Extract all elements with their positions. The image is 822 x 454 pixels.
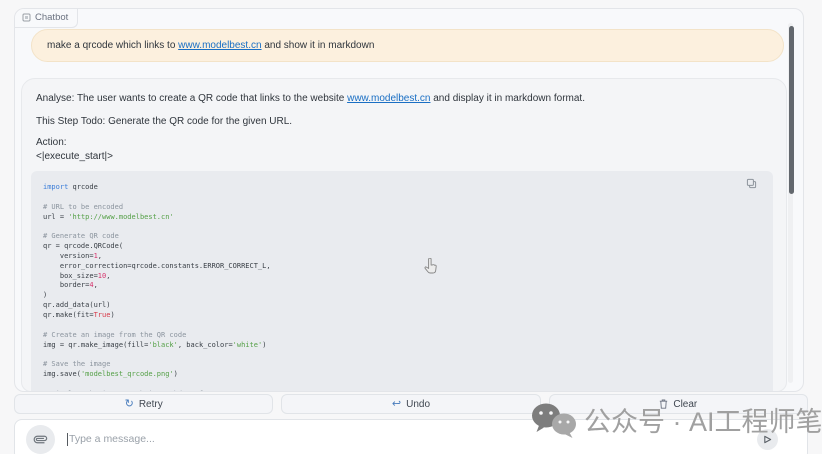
- user-message-after-link: and show it in markdown: [262, 40, 375, 51]
- undo-button[interactable]: ↩ Undo: [281, 394, 540, 414]
- message-input[interactable]: [69, 428, 689, 450]
- trash-icon: [659, 399, 668, 409]
- chatbot-label: Chatbot: [15, 9, 78, 28]
- bot-analyse-paragraph: Analyse: The user wants to create a QR c…: [36, 92, 772, 105]
- user-message-bubble: make a qrcode which links to www.modelbe…: [31, 29, 784, 62]
- send-icon: [763, 435, 772, 444]
- clear-label: Clear: [673, 399, 697, 410]
- code-lines: import qrcode​# URL to be encodedurl = '…: [43, 183, 761, 392]
- undo-icon: ↩: [392, 399, 401, 409]
- user-message-text: make a qrcode which links to www.modelbe…: [47, 40, 374, 51]
- send-button[interactable]: [757, 429, 778, 450]
- copy-icon: [746, 178, 757, 189]
- message-composer: [14, 419, 808, 454]
- retry-button[interactable]: ↻ Retry: [14, 394, 273, 414]
- bot-analyse-link[interactable]: www.modelbest.cn: [347, 93, 430, 104]
- chatbot-label-text: Chatbot: [35, 12, 68, 23]
- bot-action-label: Action:: [36, 136, 772, 149]
- bot-analyse-before-link: Analyse: The user wants to create a QR c…: [36, 93, 347, 104]
- undo-label: Undo: [406, 399, 430, 410]
- retry-icon: ↻: [125, 399, 134, 409]
- scrollbar-thumb[interactable]: [789, 26, 794, 194]
- user-message-before-link: make a qrcode which links to: [47, 40, 178, 51]
- user-message-link[interactable]: www.modelbest.cn: [178, 40, 261, 51]
- bot-step-todo: This Step Todo: Generate the QR code for…: [36, 115, 772, 128]
- clear-button[interactable]: Clear: [549, 394, 808, 414]
- code-block: import qrcode​# URL to be encodedurl = '…: [31, 171, 773, 392]
- bot-message-bubble: Analyse: The user wants to create a QR c…: [21, 78, 787, 392]
- retry-label: Retry: [139, 399, 163, 410]
- text-caret: [67, 433, 68, 446]
- chatbot-panel: make a qrcode which links to www.modelbe…: [14, 8, 804, 392]
- chatbot-icon: [22, 13, 31, 22]
- copy-code-button[interactable]: [743, 175, 759, 191]
- bot-execute-tag: <|execute_start|>: [36, 150, 772, 163]
- paperclip-icon: [31, 430, 49, 448]
- actions-row: ↻ Retry ↩ Undo Clear: [14, 394, 808, 414]
- attach-file-button[interactable]: [26, 425, 55, 454]
- bot-analyse-after-link: and display it in markdown format.: [430, 93, 585, 104]
